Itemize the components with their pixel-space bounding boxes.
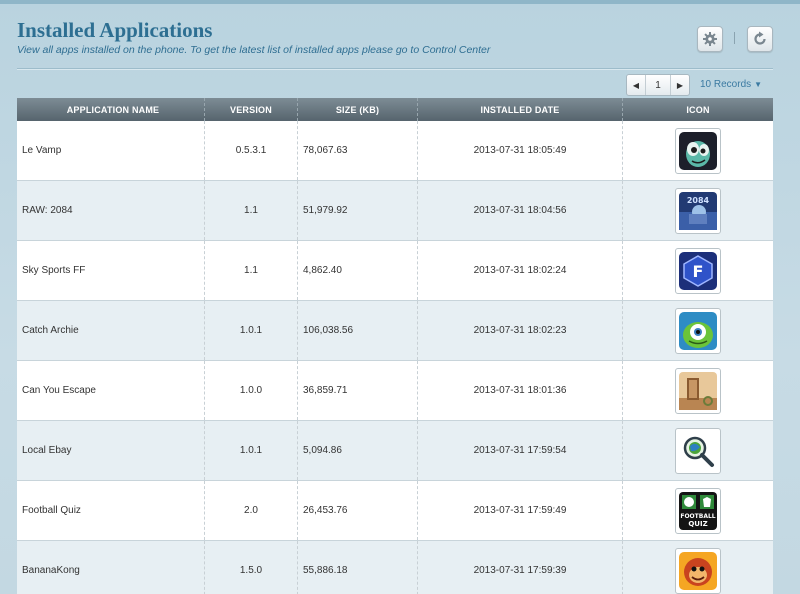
svg-text:F: F <box>693 262 704 281</box>
table-header: APPLICATION NAME VERSION SIZE (KB) INSTA… <box>17 98 773 121</box>
icon-frame <box>675 427 721 474</box>
size-cell: 26,453.76 <box>298 481 418 540</box>
banana-kong-app-icon <box>679 551 717 590</box>
size-cell: 106,038.56 <box>298 301 418 360</box>
records-label: 10 Records <box>700 79 752 90</box>
football-quiz-app-icon: FOOTBALL QUIZ <box>679 491 717 530</box>
icon-cell: F <box>623 241 773 300</box>
chevron-down-icon: ▼ <box>754 80 763 89</box>
page-title: Installed Applications <box>17 18 213 42</box>
version-cell: 1.5.0 <box>205 541 298 594</box>
records-per-page-dropdown[interactable]: 10 Records ▼ <box>700 79 762 90</box>
sky-sports-ff-app-icon: F <box>679 251 717 290</box>
version-cell: 1.0.1 <box>205 301 298 360</box>
column-header-version[interactable]: VERSION <box>205 98 298 121</box>
app-name-cell: Can You Escape <box>17 361 205 420</box>
installed-date-cell: 2013-07-31 17:59:49 <box>418 481 623 540</box>
icon-frame <box>675 547 721 594</box>
top-strip <box>0 0 800 4</box>
app-name-cell: Local Ebay <box>17 421 205 480</box>
table-row[interactable]: RAW: 2084 1.1 51,979.92 2013-07-31 18:04… <box>17 181 773 241</box>
page-subtitle: View all apps installed on the phone. To… <box>17 44 491 56</box>
size-cell: 55,886.18 <box>298 541 418 594</box>
version-cell: 1.1 <box>205 181 298 240</box>
refresh-button[interactable] <box>747 26 773 52</box>
size-cell: 5,094.86 <box>298 421 418 480</box>
size-cell: 4,862.40 <box>298 241 418 300</box>
table-row[interactable]: BananaKong 1.5.0 55,886.18 2013-07-31 17… <box>17 541 773 594</box>
apps-table: APPLICATION NAME VERSION SIZE (KB) INSTA… <box>17 98 773 594</box>
icon-cell <box>623 301 773 360</box>
current-page: 1 <box>645 75 671 95</box>
prev-page-button[interactable]: ◀ <box>627 75 645 95</box>
version-cell: 1.0.1 <box>205 421 298 480</box>
svg-text:FOOTBALL: FOOTBALL <box>680 513 715 520</box>
icon-cell: 2084 <box>623 181 773 240</box>
installed-date-cell: 2013-07-31 18:01:36 <box>418 361 623 420</box>
column-header-installed-date[interactable]: INSTALLED DATE <box>418 98 623 121</box>
icon-frame <box>675 127 721 174</box>
toolbar-divider <box>734 32 735 44</box>
column-header-name[interactable]: APPLICATION NAME <box>17 98 205 121</box>
app-name-cell: Catch Archie <box>17 301 205 360</box>
table-row[interactable]: Local Ebay 1.0.1 5,094.86 2013-07-31 17:… <box>17 421 773 481</box>
app-name-cell: RAW: 2084 <box>17 181 205 240</box>
app-name-cell: Sky Sports FF <box>17 241 205 300</box>
gear-icon <box>703 32 717 46</box>
app-name-cell: Le Vamp <box>17 121 205 180</box>
installed-date-cell: 2013-07-31 17:59:39 <box>418 541 623 594</box>
chevron-left-icon: ◀ <box>632 80 640 90</box>
icon-cell <box>623 541 773 594</box>
can-you-escape-app-icon <box>679 371 717 410</box>
icon-cell <box>623 421 773 480</box>
icon-frame: 2084 <box>675 187 721 234</box>
installed-date-cell: 2013-07-31 18:04:56 <box>418 181 623 240</box>
icon-cell: FOOTBALL QUIZ <box>623 481 773 540</box>
settings-button[interactable] <box>697 26 723 52</box>
icon-cell <box>623 361 773 420</box>
table-row[interactable]: Sky Sports FF 1.1 4,862.40 2013-07-31 18… <box>17 241 773 301</box>
icon-frame: F <box>675 247 721 294</box>
table-row[interactable]: Catch Archie 1.0.1 106,038.56 2013-07-31… <box>17 301 773 361</box>
table-row[interactable]: Can You Escape 1.0.0 36,859.71 2013-07-3… <box>17 361 773 421</box>
raw-2084-app-icon: 2084 <box>679 191 717 230</box>
installed-date-cell: 2013-07-31 18:02:23 <box>418 301 623 360</box>
version-cell: 2.0 <box>205 481 298 540</box>
refresh-icon <box>754 31 766 45</box>
header-divider <box>17 68 773 70</box>
icon-frame <box>675 367 721 414</box>
column-header-size[interactable]: SIZE (KB) <box>298 98 418 121</box>
app-name-cell: Football Quiz <box>17 481 205 540</box>
svg-text:QUIZ: QUIZ <box>688 520 707 528</box>
local-ebay-app-icon <box>679 431 717 470</box>
chevron-right-icon: ▶ <box>676 80 684 90</box>
svg-text:2084: 2084 <box>687 196 710 205</box>
column-header-icon[interactable]: ICON <box>623 98 773 121</box>
icon-cell <box>623 121 773 180</box>
version-cell: 0.5.3.1 <box>205 121 298 180</box>
version-cell: 1.1 <box>205 241 298 300</box>
installed-date-cell: 2013-07-31 18:02:24 <box>418 241 623 300</box>
app-name-cell: BananaKong <box>17 541 205 594</box>
table-row[interactable]: Le Vamp 0.5.3.1 78,067.63 2013-07-31 18:… <box>17 121 773 181</box>
le-vamp-app-icon <box>679 131 717 170</box>
pagination: ◀ 1 ▶ <box>626 74 690 96</box>
size-cell: 36,859.71 <box>298 361 418 420</box>
size-cell: 51,979.92 <box>298 181 418 240</box>
installed-date-cell: 2013-07-31 18:05:49 <box>418 121 623 180</box>
icon-frame: FOOTBALL QUIZ <box>675 487 721 534</box>
installed-date-cell: 2013-07-31 17:59:54 <box>418 421 623 480</box>
table-row[interactable]: Football Quiz 2.0 26,453.76 2013-07-31 1… <box>17 481 773 541</box>
catch-archie-app-icon <box>679 311 717 350</box>
version-cell: 1.0.0 <box>205 361 298 420</box>
next-page-button[interactable]: ▶ <box>671 75 689 95</box>
size-cell: 78,067.63 <box>298 121 418 180</box>
icon-frame <box>675 307 721 354</box>
